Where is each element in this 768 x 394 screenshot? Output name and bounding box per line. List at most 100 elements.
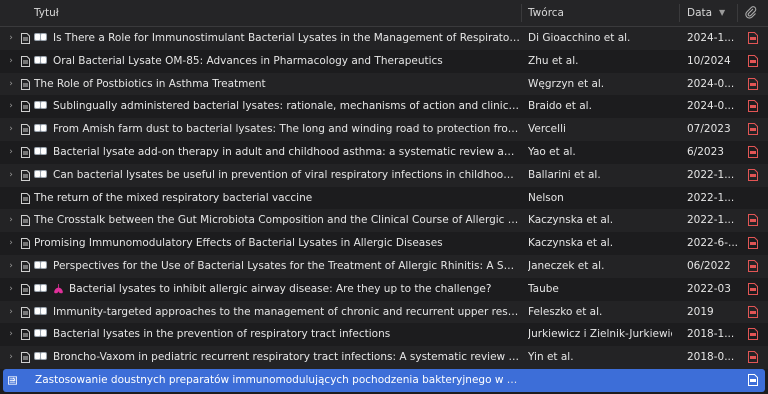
expand-chevron-icon[interactable]: › [7, 50, 15, 73]
journal-article-icon [21, 192, 30, 204]
column-divider[interactable] [737, 4, 738, 22]
pdf-attachment-icon[interactable] [748, 328, 758, 341]
pdf-attachment-icon[interactable] [748, 32, 758, 44]
table-row[interactable]: › Bacterial lysate add-on therapy in adul… [0, 140, 768, 164]
table-row[interactable]: › The Role of Postbiotics in Asthma Treat… [0, 72, 768, 96]
pdf-attachment-icon[interactable] [748, 77, 758, 90]
item-creator: Kaczynska et al. [528, 237, 614, 250]
expand-chevron-icon[interactable]: › [7, 346, 15, 369]
item-date: 2018-1... [687, 328, 735, 341]
item-creator: Di Gioacchino et al. [528, 32, 631, 44]
title-cell: Can bacterial lysates be useful in preve… [34, 164, 520, 187]
item-date: 2019 [687, 305, 714, 318]
item-date: 10/2024 [687, 54, 731, 67]
table-row[interactable]: › Perspectives for the Use of Bacterial L… [0, 254, 768, 278]
title-cell: The return of the mixed respiratory bact… [34, 187, 520, 210]
item-title: The Crosstalk between the Gut Microbiota… [34, 214, 520, 227]
item-title: Bacterial lysate add-on therapy in adult… [53, 145, 520, 158]
pdf-attachment-icon[interactable] [748, 259, 758, 272]
pdf-attachment-icon[interactable] [748, 214, 758, 227]
item-title: Is There a Role for Immunostimulant Bact… [53, 32, 520, 44]
journal-article-icon [21, 215, 30, 227]
pdf-attachment-icon[interactable] [748, 54, 758, 67]
journal-article-icon [21, 33, 30, 44]
column-divider[interactable] [521, 4, 522, 22]
expand-chevron-icon[interactable]: › [7, 118, 15, 141]
pdf-attachment-icon[interactable] [748, 123, 758, 136]
attachment-icon[interactable] [748, 373, 758, 386]
expand-chevron-icon[interactable]: › [7, 255, 15, 278]
table-row[interactable]: › From Amish farm dust to bacterial lysat… [0, 118, 768, 141]
table-row[interactable]: › Zastosowanie doustnych preparatów immun… [3, 368, 765, 392]
tag-dots-icon [34, 32, 48, 42]
tag-dots-icon [34, 146, 48, 156]
title-cell: From Amish farm dust to bacterial lysate… [34, 118, 520, 141]
column-header-creator[interactable]: Twórca [528, 0, 564, 26]
title-cell: Bacterial lysates in the prevention of r… [34, 323, 520, 346]
journal-article-icon [21, 283, 30, 295]
table-row[interactable]: The return of the mixed respiratory bact… [0, 186, 768, 210]
column-header-date[interactable]: Data [687, 0, 712, 26]
item-title: Broncho-Vaxom in pediatric recurrent res… [53, 351, 520, 364]
table-row[interactable]: › Can bacterial lysates be useful in prev… [0, 163, 768, 187]
column-divider[interactable] [679, 4, 680, 22]
tag-dots-icon [34, 100, 48, 110]
title-cell: The Crosstalk between the Gut Microbiota… [34, 209, 520, 232]
item-date: 2022-1... [687, 191, 735, 204]
table-row[interactable]: › Oral Bacterial Lysate OM-85: Advances i… [0, 49, 768, 73]
table-row[interactable]: › Broncho-Vaxom in pediatric recurrent re… [0, 346, 768, 369]
expand-chevron-icon[interactable]: › [7, 95, 15, 118]
item-title: Promising Immunomodulatory Effects of Ba… [34, 237, 443, 250]
title-cell: Oral Bacterial Lysate OM-85: Advances in… [34, 50, 520, 73]
item-title: The return of the mixed respiratory bact… [34, 191, 313, 204]
pdf-attachment-icon[interactable] [748, 100, 758, 113]
tag-dots-icon [34, 306, 48, 316]
item-date: 2024-0... [687, 100, 735, 113]
expand-chevron-icon[interactable]: › [7, 164, 15, 187]
table-row[interactable]: › Promising Immunomodulatory Effects of B… [0, 232, 768, 255]
sort-descending-icon[interactable]: ▼ [719, 0, 725, 26]
expand-chevron-icon[interactable]: › [7, 141, 15, 164]
table-row[interactable]: › Sublingually administered bacterial lys… [0, 95, 768, 119]
journal-article-icon [21, 306, 30, 318]
pdf-attachment-icon[interactable] [748, 305, 758, 318]
journal-article-icon [21, 352, 30, 364]
item-title: Oral Bacterial Lysate OM-85: Advances in… [53, 54, 443, 67]
attachment-column-icon[interactable] [745, 6, 757, 20]
item-creator: Vercelli [528, 123, 566, 136]
tag-dots-icon [34, 328, 48, 338]
pdf-attachment-icon[interactable] [748, 145, 758, 158]
newspaper-article-icon [8, 376, 17, 385]
item-title: Immunity-targeted approaches to the mana… [53, 305, 520, 318]
items-table: Tytuł Twórca Data ▼ › Is There a Role for… [0, 0, 768, 394]
item-title: Bacterial lysates in the prevention of r… [53, 328, 391, 341]
item-creator: Feleszko et al. [528, 305, 603, 318]
expand-chevron-icon[interactable]: › [7, 232, 15, 255]
table-row[interactable]: › Bacterial lysates in the prevention of … [0, 323, 768, 347]
tag-dots-icon [34, 123, 48, 133]
pdf-attachment-icon[interactable] [748, 237, 758, 250]
title-cell: Broncho-Vaxom in pediatric recurrent res… [34, 346, 520, 369]
item-creator: Zhu et al. [528, 54, 579, 67]
table-row[interactable]: › The Crosstalk between the Gut Microbiot… [0, 209, 768, 233]
expand-chevron-icon[interactable]: › [7, 301, 15, 324]
expand-chevron-icon[interactable]: › [7, 73, 15, 96]
item-title: Perspectives for the Use of Bacterial Ly… [53, 259, 520, 272]
expand-chevron-icon[interactable]: › [7, 323, 15, 346]
title-cell: Is There a Role for Immunostimulant Bact… [34, 27, 520, 50]
pdf-attachment-icon[interactable] [748, 282, 758, 295]
journal-article-icon [21, 55, 30, 67]
pdf-attachment-icon[interactable] [748, 351, 758, 364]
expand-chevron-icon[interactable]: › [7, 27, 15, 50]
table-header: Tytuł Twórca Data ▼ [0, 0, 768, 27]
item-title: Zastosowanie doustnych preparatów immuno… [35, 373, 523, 386]
column-header-title[interactable]: Tytuł [34, 0, 59, 26]
pdf-attachment-icon[interactable] [748, 168, 758, 181]
item-creator: Jurkiewicz i Zielnik-Jurkiewicz [528, 328, 672, 341]
expand-chevron-icon[interactable]: › [7, 209, 15, 232]
table-row[interactable]: › Immunity-targeted approaches to the man… [0, 300, 768, 324]
table-row[interactable]: › Bacterial lysates to inhibit allergic a… [0, 277, 768, 301]
item-title: The Role of Postbiotics in Asthma Treatm… [34, 77, 266, 90]
table-row[interactable]: › Is There a Role for Immunostimulant Bac… [0, 27, 768, 50]
expand-chevron-icon[interactable]: › [7, 278, 15, 301]
